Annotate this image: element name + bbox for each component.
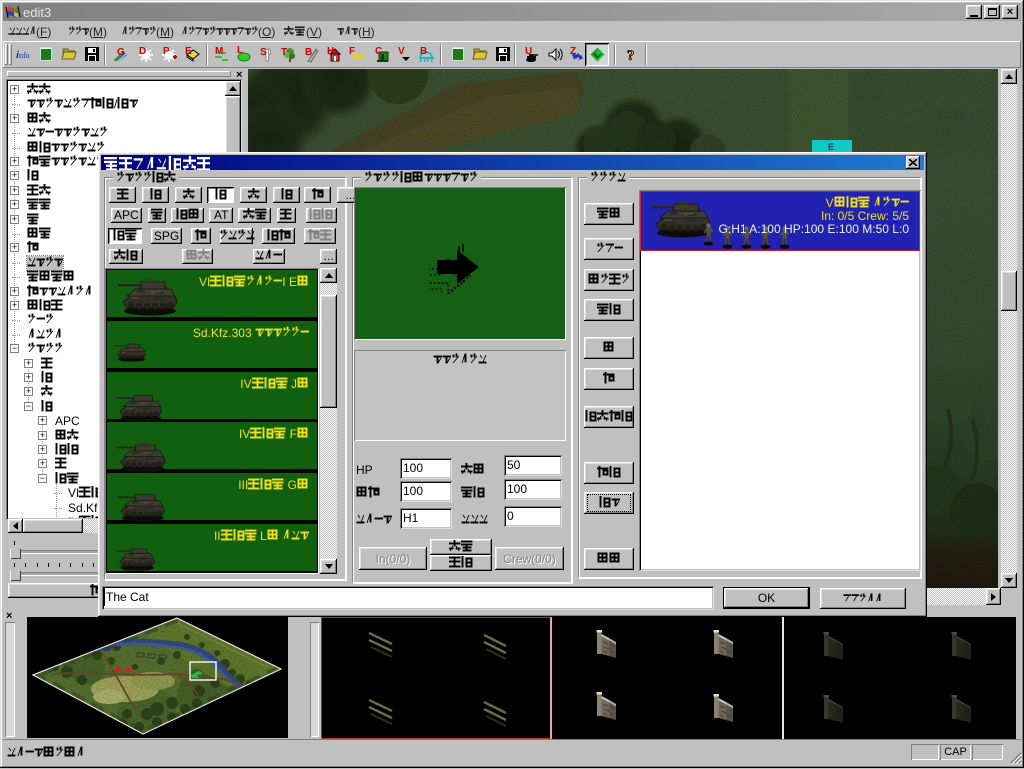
svg-text:E: E xyxy=(185,46,192,57)
svg-text:B: B xyxy=(305,47,312,58)
svg-text:G: G xyxy=(117,47,125,58)
svg-text:?: ? xyxy=(627,48,635,63)
svg-text:F: F xyxy=(349,46,355,57)
svg-text:M: M xyxy=(215,46,223,57)
svg-text:T: T xyxy=(281,47,287,58)
svg-text:nfo: nfo xyxy=(19,51,30,60)
svg-text:V: V xyxy=(398,46,405,57)
svg-text:P: P xyxy=(163,46,170,57)
svg-text:D: D xyxy=(139,46,146,57)
svg-text:E: E xyxy=(828,142,834,152)
svg-text:Z: Z xyxy=(570,46,576,57)
svg-text:S: S xyxy=(260,47,267,58)
svg-text:B: B xyxy=(420,46,427,57)
svg-text:H: H xyxy=(327,46,334,57)
svg-text:L: L xyxy=(237,46,243,56)
svg-text:U: U xyxy=(525,46,532,57)
svg-text:C: C xyxy=(375,46,382,57)
